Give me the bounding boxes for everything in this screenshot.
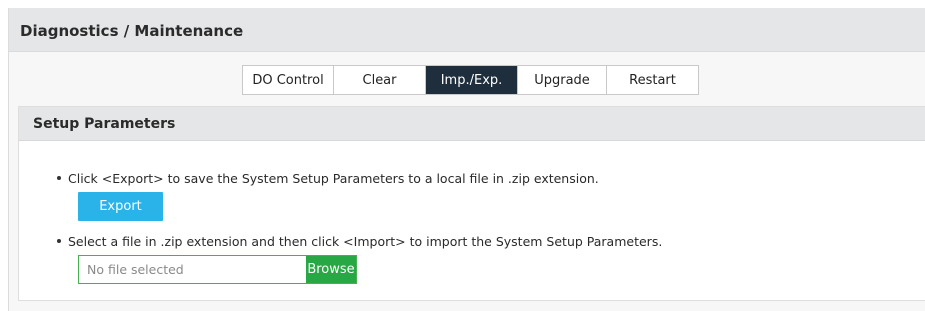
tab-do-control[interactable]: DO Control <box>243 66 334 94</box>
file-input[interactable]: No file selected Browse <box>78 255 357 284</box>
setup-parameters-panel: Setup Parameters Click <Export> to save … <box>18 106 925 301</box>
tab-upgrade[interactable]: Upgrade <box>518 66 607 94</box>
tab-clear[interactable]: Clear <box>334 66 426 94</box>
page-title: Diagnostics / Maintenance <box>20 22 244 40</box>
maintenance-page: Diagnostics / Maintenance DO Control Cle… <box>8 8 925 311</box>
bullet-icon <box>57 176 65 184</box>
tab-imp-exp[interactable]: Imp./Exp. <box>426 66 518 94</box>
bullet-icon <box>57 239 65 247</box>
panel-title: Setup Parameters <box>33 116 176 132</box>
panel-header: Setup Parameters <box>19 107 925 141</box>
page-header: Diagnostics / Maintenance <box>9 8 925 52</box>
import-instruction: Select a file in .zip extension and then… <box>68 234 663 249</box>
export-instruction: Click <Export> to save the System Setup … <box>68 171 599 186</box>
file-placeholder[interactable]: No file selected <box>79 256 306 283</box>
tab-restart[interactable]: Restart <box>607 66 698 94</box>
browse-button[interactable]: Browse <box>306 256 356 283</box>
tab-bar: DO Control Clear Imp./Exp. Upgrade Resta… <box>242 65 699 95</box>
export-button[interactable]: Export <box>78 192 163 221</box>
